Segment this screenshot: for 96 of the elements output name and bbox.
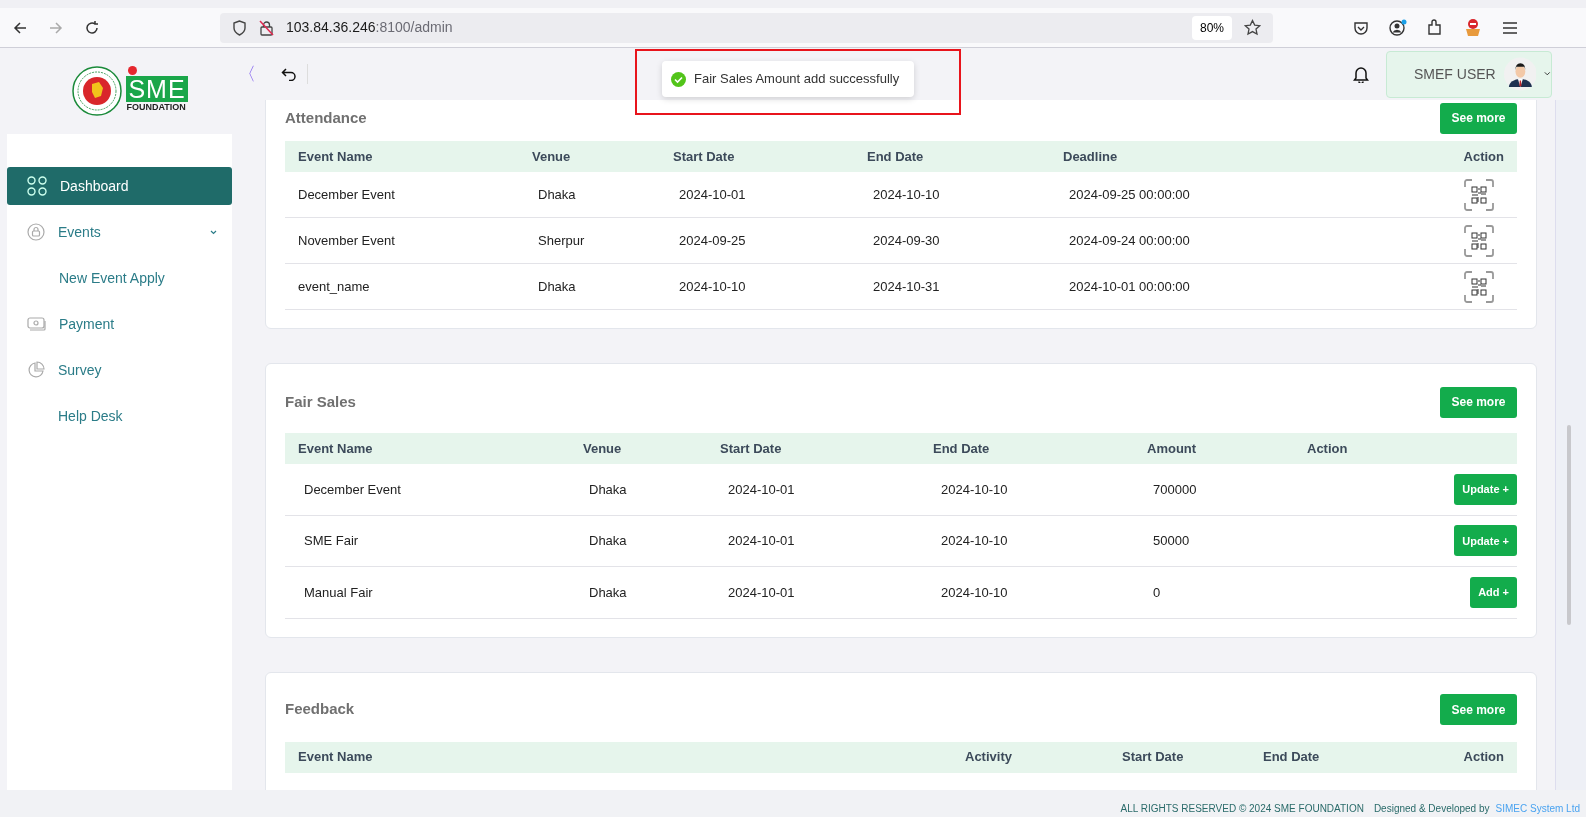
table-cell-text: Dhaka — [588, 480, 628, 499]
table-cell-text: 2024-09-25 00:00:00 — [1068, 185, 1191, 204]
table-cell-text: 2024-10-10 — [940, 532, 1009, 550]
table-cell-text: 2024-09-30 — [872, 231, 941, 250]
column-header: Start Date — [1122, 748, 1185, 767]
url-text: 103.84.36.246:8100/admin — [286, 18, 454, 37]
banknote-icon — [27, 316, 46, 332]
extension-icon[interactable] — [1463, 17, 1483, 38]
undo-icon[interactable] — [281, 67, 297, 81]
table-cell-text: SME Fair — [303, 532, 360, 550]
column-header: Event Name — [298, 147, 374, 166]
logo-text: SME — [126, 76, 188, 102]
chevron-down-icon — [210, 229, 217, 235]
section-title: Attendance — [285, 107, 367, 128]
table-cell-text: 50000 — [1152, 532, 1191, 550]
scrollbar-thumb[interactable] — [1567, 425, 1571, 625]
column-header: Amount — [1147, 439, 1198, 458]
add-amount-button[interactable]: Update + — [1454, 473, 1517, 505]
insecure-lock-icon — [259, 19, 274, 36]
see-more-button[interactable]: See more — [1440, 386, 1517, 418]
lock-circle-icon — [27, 223, 45, 241]
table-cell-text: event_name — [298, 277, 371, 296]
table-cell-text: 2024-10-01 — [727, 583, 796, 602]
table-cell-text: 2024-10-01 — [727, 480, 796, 499]
copyright-text: ALL RIGHTS RESERVED © 2024 SME FOUNDATION — [1120, 802, 1364, 816]
shield-icon — [232, 19, 247, 36]
menu-icon[interactable] — [1503, 21, 1517, 34]
table-cell-text: 0 — [1152, 583, 1162, 602]
reload-icon[interactable] — [84, 19, 100, 36]
table-cell-text: 2024-09-25 — [678, 231, 747, 250]
table-cell-text: December Event — [303, 480, 402, 499]
toast-notification: Fair Sales Amount add successfully — [662, 61, 915, 97]
table-cell-text: 2024-10-01 — [678, 185, 747, 204]
sidebar-item[interactable]: Payment — [7, 305, 232, 343]
table-cell-text: 2024-10-01 00:00:00 — [1068, 277, 1191, 296]
zoom-badge[interactable]: 80% — [1191, 15, 1232, 40]
sidebar-item[interactable]: Help Desk — [7, 397, 232, 435]
qr-scan-icon[interactable] — [1464, 270, 1494, 303]
table-cell-text: Sherpur — [537, 231, 586, 250]
extensions-icon[interactable] — [1427, 19, 1443, 36]
pie-chart-icon — [27, 361, 45, 379]
credit-text: Designed & Developed by — [1373, 802, 1490, 816]
table-cell-text: Dhaka — [537, 277, 577, 296]
sidebar-item[interactable]: Events — [7, 213, 232, 251]
table-cell-text: Dhaka — [537, 185, 577, 204]
column-header: Action — [1463, 748, 1504, 767]
pocket-icon[interactable] — [1353, 19, 1369, 36]
column-header: End Date — [1263, 748, 1321, 767]
logo-subtitle: FOUNDATION — [126, 102, 187, 113]
table-cell-text: 700000 — [1152, 480, 1198, 499]
column-header: Action — [1307, 439, 1349, 458]
collapse-sidebar-button[interactable]: 〈 — [238, 60, 256, 88]
table-cell-text: December Event — [298, 185, 396, 204]
column-header: End Date — [867, 147, 925, 166]
table-cell-text: 2024-10-31 — [872, 277, 941, 296]
table-cell-text: Dhaka — [588, 532, 628, 550]
qr-scan-icon[interactable] — [1464, 224, 1494, 257]
table-cell-text: 2024-10-10 — [872, 185, 941, 204]
table-cell-text: 2024-09-24 00:00:00 — [1068, 231, 1191, 250]
notification-bell-icon[interactable] — [1353, 65, 1369, 83]
chevron-down-icon — [1544, 71, 1551, 77]
user-menu[interactable]: SMEF USER — [1386, 50, 1552, 98]
column-header: Venue — [583, 439, 623, 458]
sidebar-item[interactable]: Dashboard — [7, 167, 232, 205]
column-header: Action — [1463, 147, 1504, 166]
back-icon[interactable] — [12, 19, 28, 36]
see-more-button[interactable]: See more — [1440, 694, 1517, 725]
sidebar-item[interactable]: Survey — [7, 351, 232, 389]
account-icon[interactable] — [1389, 18, 1407, 37]
see-more-button[interactable]: See more — [1440, 102, 1517, 134]
column-header: Activity — [965, 748, 1013, 767]
table-cell-text: 2024-10-10 — [940, 583, 1009, 602]
column-header: Event Name — [298, 748, 374, 767]
column-header: Start Date — [720, 439, 783, 458]
table-cell-text: Manual Fair — [303, 583, 374, 602]
column-header: Venue — [532, 147, 572, 166]
table-cell-text: Dhaka — [588, 583, 628, 602]
sidebar-item[interactable]: New Event Apply — [7, 259, 232, 297]
column-header: Start Date — [673, 147, 736, 166]
dashboard-grid-icon — [27, 176, 47, 196]
table-cell-text: 2024-10-10 — [940, 480, 1009, 499]
emblem-icon — [72, 66, 123, 116]
column-header: Deadline — [1063, 147, 1119, 166]
qr-scan-icon[interactable] — [1464, 178, 1494, 211]
table-cell-text: 2024-10-10 — [678, 277, 747, 296]
section-title: Feedback — [285, 699, 355, 720]
table-cell-text: 2024-10-01 — [727, 532, 796, 550]
section-title: Fair Sales — [285, 391, 356, 412]
address-bar[interactable]: 103.84.36.246:8100/admin 80% — [220, 12, 1273, 43]
bookmark-star-icon[interactable] — [1244, 19, 1261, 36]
add-amount-button[interactable]: Update + — [1454, 525, 1517, 557]
success-check-icon — [671, 71, 686, 87]
column-header: Event Name — [298, 439, 374, 458]
column-header: End Date — [933, 439, 991, 458]
table-cell-text: November Event — [298, 231, 396, 250]
add-amount-button[interactable]: Add + — [1470, 576, 1517, 608]
